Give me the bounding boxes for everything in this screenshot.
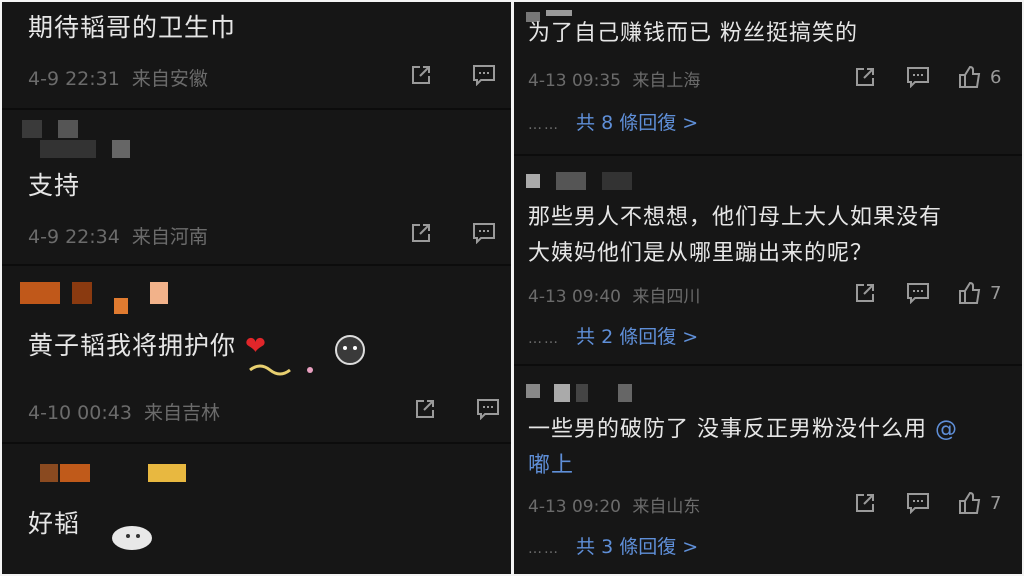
thumbs-up-icon[interactable] <box>958 282 982 304</box>
comment-icon[interactable] <box>476 398 500 420</box>
comment-meta: 4-10 00:43 来自吉林 <box>28 398 220 425</box>
view-replies-link[interactable]: …… 共 3 條回復 > <box>528 532 698 559</box>
right-comment-panel: 为了自己赚钱而已 粉丝挺搞笑的 4-13 09:35 来自上海 6 …… 共 8… <box>514 2 1022 574</box>
comment-meta: 4-13 09:20 来自山东 <box>528 492 700 517</box>
share-icon[interactable] <box>414 398 438 420</box>
comment-item: 为了自己赚钱而已 粉丝挺搞笑的 4-13 09:35 来自上海 6 …… 共 8… <box>514 2 1022 152</box>
sticker-decoration <box>249 335 365 376</box>
comment-time: 4-9 22:31 <box>28 68 120 90</box>
comment-text: 期待韬哥的卫生巾 <box>28 13 237 42</box>
comment-icon[interactable] <box>906 282 930 304</box>
comment-item: 好韬 <box>2 444 511 574</box>
comment-icon[interactable] <box>472 64 496 86</box>
left-comment-panel: 期待韬哥的卫生巾 4-9 22:31 来自安徽 支持 4-9 22:34 来自河… <box>2 2 511 574</box>
thumbs-up-icon[interactable] <box>958 66 982 88</box>
share-icon[interactable] <box>854 492 878 514</box>
comment-location: 来自山东 <box>632 497 701 517</box>
comment-icon[interactable] <box>906 492 930 514</box>
share-icon[interactable] <box>854 66 878 88</box>
like-count: 7 <box>990 283 1002 304</box>
comment-text-line: 那些男人不想想，他们母上大人如果没有 <box>528 205 943 230</box>
share-icon[interactable] <box>410 64 434 86</box>
like-count: 7 <box>990 493 1002 514</box>
view-replies-link[interactable]: …… 共 2 條回復 > <box>528 322 698 349</box>
comment-item: 支持 4-9 22:34 来自河南 <box>2 110 511 260</box>
comment-text: 为了自己赚钱而已 粉丝挺搞笑的 <box>528 21 858 46</box>
comment-time: 4-13 09:20 <box>528 497 621 517</box>
comment-location: 来自四川 <box>632 287 701 307</box>
comment-item: 一些男的破防了 没事反正男粉没什么用 @ 嘟上 4-13 09:20 来自山东 … <box>514 366 1022 574</box>
comment-meta: 4-13 09:35 来自上海 <box>528 66 700 91</box>
comment-text-line: 一些男的破防了 没事反正男粉没什么用 @ <box>528 417 958 442</box>
share-icon[interactable] <box>854 282 878 304</box>
comment-icon[interactable] <box>906 66 930 88</box>
comment-meta: 4-13 09:40 来自四川 <box>528 282 700 307</box>
comment-text-line: 大姨妈他们是从哪里蹦出来的呢？ <box>528 241 874 266</box>
comment-item: 黄子韬我将拥护你 ❤ 4-10 00:43 来自吉林 <box>2 266 511 446</box>
comment-item: 那些男人不想想，他们母上大人如果没有 大姨妈他们是从哪里蹦出来的呢？ 4-13 … <box>514 156 1022 364</box>
comment-meta: 4-9 22:34 来自河南 <box>28 222 208 249</box>
comment-time: 4-13 09:40 <box>528 287 621 307</box>
comment-location: 来自河南 <box>131 226 208 248</box>
thumbs-up-icon[interactable] <box>958 492 982 514</box>
comment-location: 来自上海 <box>632 71 701 91</box>
comment-time: 4-13 09:35 <box>528 71 621 91</box>
comment-icon[interactable] <box>472 222 496 244</box>
comment-time: 4-9 22:34 <box>28 226 120 248</box>
share-icon[interactable] <box>410 222 434 244</box>
comment-location: 来自吉林 <box>143 402 220 424</box>
mention-at[interactable]: @ <box>935 417 958 442</box>
comment-text: 黄子韬我将拥护你 ❤ <box>28 331 267 360</box>
mention-name[interactable]: 嘟上 <box>528 448 574 484</box>
comment-text: 好韬 <box>28 509 81 538</box>
comment-item: 期待韬哥的卫生巾 4-9 22:31 来自安徽 <box>2 2 511 122</box>
sticker-decoration <box>112 526 152 550</box>
like-count: 6 <box>990 67 1002 88</box>
view-replies-link[interactable]: …… 共 8 條回復 > <box>528 108 698 135</box>
comment-meta: 4-9 22:31 来自安徽 <box>28 64 208 91</box>
comment-time: 4-10 00:43 <box>28 402 132 424</box>
comment-text: 支持 <box>28 171 81 200</box>
comment-location: 来自安徽 <box>131 68 208 90</box>
